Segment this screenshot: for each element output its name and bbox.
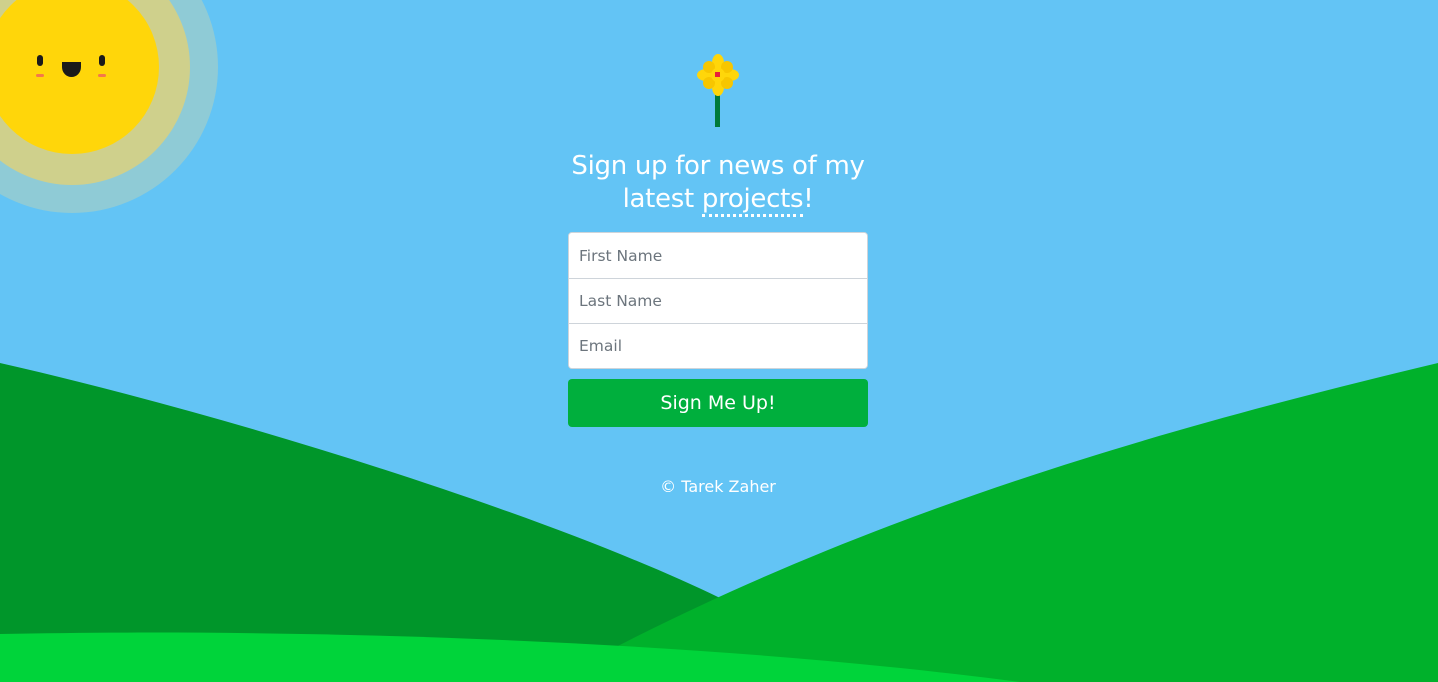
copyright-text: © Tarek Zaher: [660, 477, 776, 496]
smiling-sun-icon: [0, 0, 218, 213]
landscape-scene: Sign up for news of my latest projects! …: [0, 0, 1438, 682]
last-name-field[interactable]: [569, 278, 867, 323]
email-field[interactable]: [569, 323, 867, 368]
yellow-flower-icon: [697, 54, 739, 127]
signup-heading: Sign up for news of my latest projects!: [568, 150, 868, 217]
sign-me-up-button[interactable]: Sign Me Up!: [568, 379, 868, 427]
heading-suffix: !: [803, 184, 814, 214]
signup-section: Sign up for news of my latest projects! …: [568, 150, 868, 496]
first-name-field[interactable]: [569, 233, 867, 278]
heading-highlight: projects: [701, 184, 804, 217]
signup-form: [568, 232, 868, 369]
